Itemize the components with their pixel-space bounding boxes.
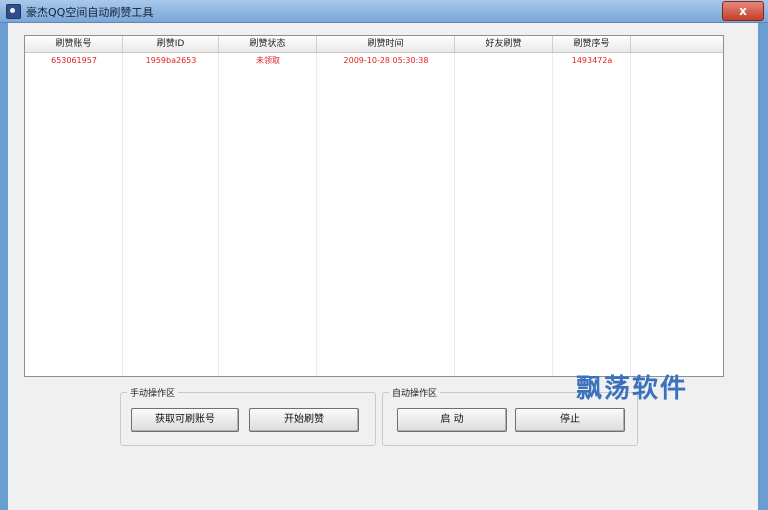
close-icon: x (739, 4, 747, 18)
cell-id: 1959ba2653 (145, 56, 197, 65)
table-row[interactable]: 653061957 1959ba2653 未领取 2009-10-28 05:3… (25, 54, 723, 68)
cell-status: 未领取 (256, 56, 280, 65)
get-accounts-button[interactable]: 获取可刷账号 (131, 408, 239, 432)
account-list-view[interactable]: 刷赞账号 刷赞ID 刷赞状态 刷赞时间 好友刷赞 刷赞序号 653061957 … (24, 35, 724, 377)
column-divider (218, 53, 219, 376)
window-client-area: 刷赞账号 刷赞ID 刷赞状态 刷赞时间 好友刷赞 刷赞序号 653061957 … (8, 23, 758, 510)
column-divider (122, 53, 123, 376)
manual-group-title: 手动操作区 (127, 386, 179, 399)
column-header-id[interactable]: 刷赞ID (123, 36, 219, 52)
column-header-status[interactable]: 刷赞状态 (219, 36, 317, 52)
manual-operation-group: 手动操作区 获取可刷账号 开始刷赞 (120, 386, 376, 446)
window-title: 豪杰QQ空间自动刷赞工具 (26, 6, 154, 19)
column-header-time[interactable]: 刷赞时间 (317, 36, 455, 52)
cell-friend (455, 54, 553, 68)
list-header: 刷赞账号 刷赞ID 刷赞状态 刷赞时间 好友刷赞 刷赞序号 (25, 36, 723, 53)
column-divider (316, 53, 317, 376)
column-divider (454, 53, 455, 376)
cell-serial: 1493472a (571, 56, 613, 65)
launch-button[interactable]: 启 动 (397, 408, 507, 432)
start-like-button[interactable]: 开始刷赞 (249, 408, 359, 432)
cell-account: 653061957 (51, 56, 97, 65)
watermark-logo: 飘荡软件 (576, 374, 689, 404)
column-header-friend[interactable]: 好友刷赞 (455, 36, 553, 52)
title-bar: 豪杰QQ空间自动刷赞工具 x (0, 0, 768, 23)
stop-button[interactable]: 停止 (515, 408, 625, 432)
column-divider (630, 53, 631, 376)
column-header-account[interactable]: 刷赞账号 (25, 36, 123, 52)
auto-group-title: 自动操作区 (389, 386, 441, 399)
column-divider (552, 53, 553, 376)
app-icon (6, 4, 21, 19)
cell-time: 2009-10-28 05:30:38 (343, 56, 429, 65)
column-header-serial[interactable]: 刷赞序号 (553, 36, 631, 52)
close-button[interactable]: x (722, 1, 764, 21)
